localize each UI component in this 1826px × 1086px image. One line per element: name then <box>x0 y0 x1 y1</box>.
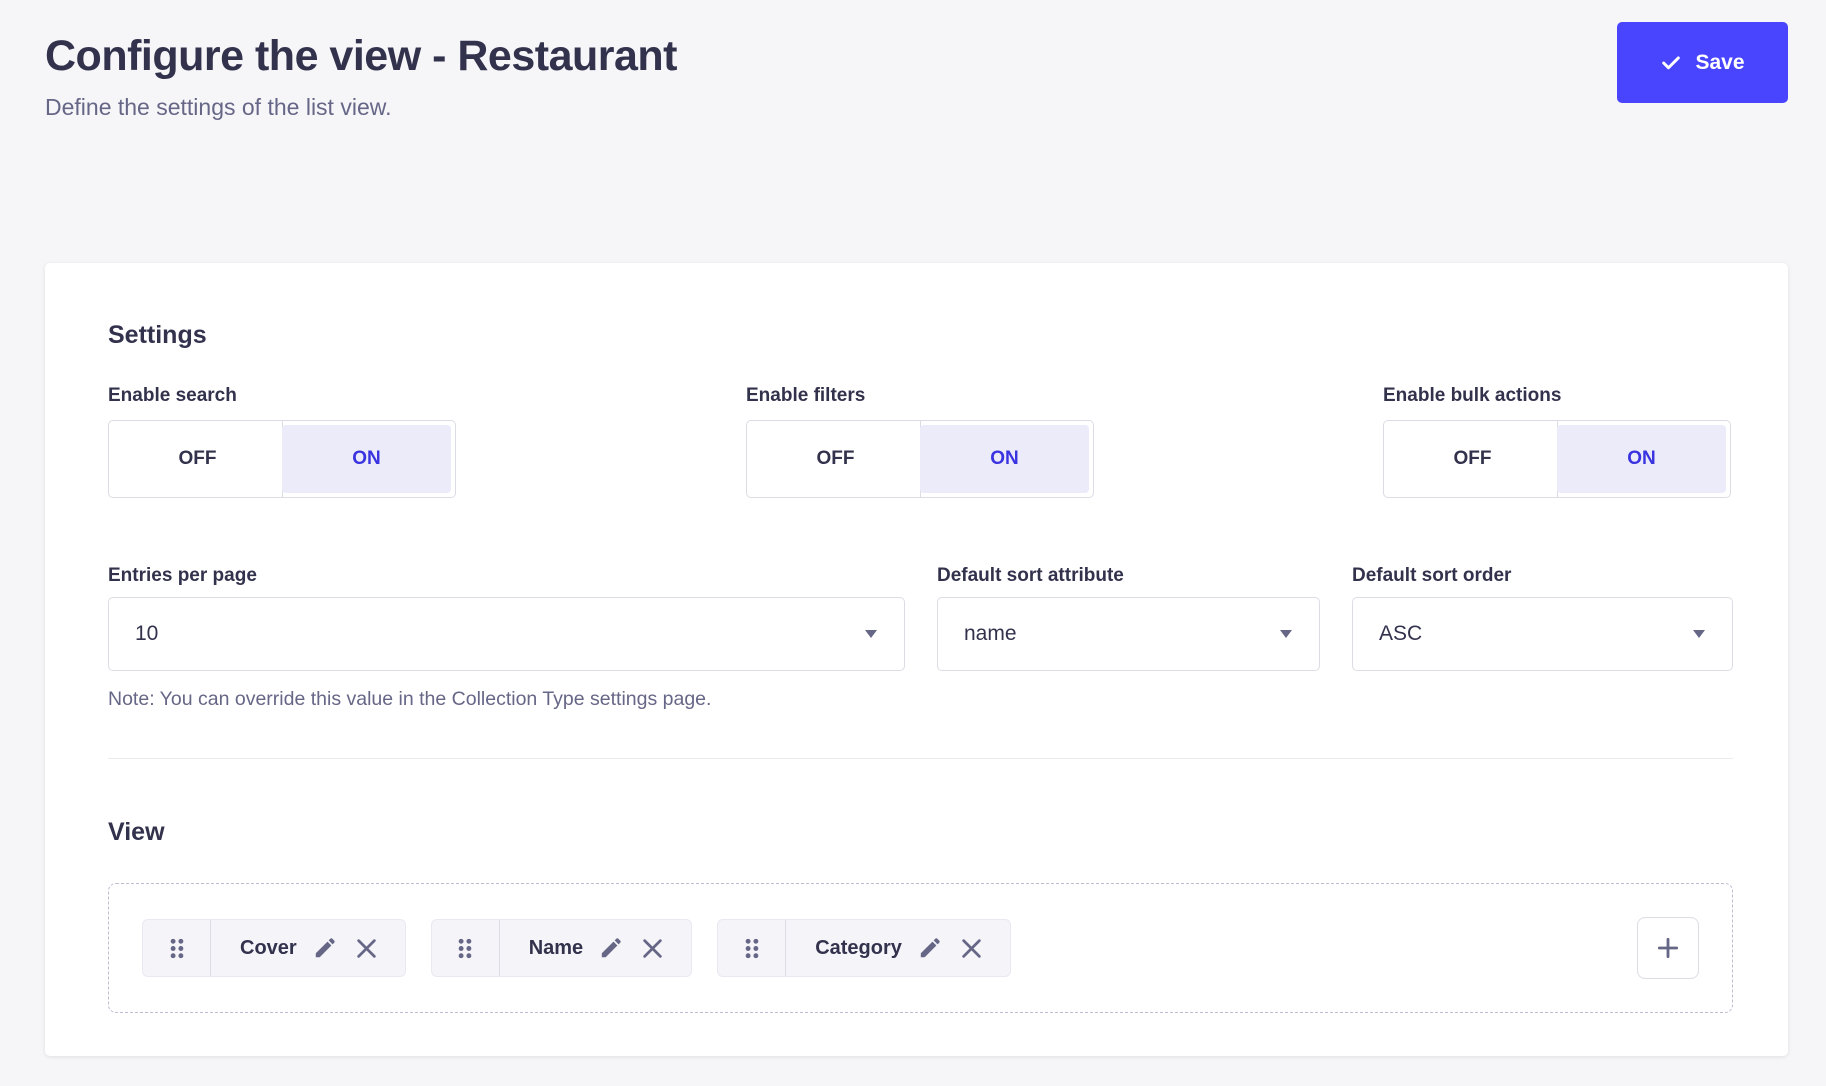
caret-down-icon <box>1280 630 1292 638</box>
default-sort-attribute-value: name <box>964 622 1017 646</box>
drag-handle[interactable] <box>432 920 500 976</box>
close-icon <box>353 935 380 962</box>
field-chip-cover: Cover <box>142 919 406 977</box>
drag-handle[interactable] <box>718 920 786 976</box>
field-chip-category: Category <box>717 919 1011 977</box>
enable-filters-field: Enable filters OFF ON <box>746 385 1383 498</box>
entries-per-page-value: 10 <box>135 622 158 646</box>
enable-bulk-actions-label: Enable bulk actions <box>1383 385 1733 407</box>
edit-field-button[interactable] <box>598 935 624 961</box>
enable-search-toggle[interactable]: OFF ON <box>108 420 456 498</box>
section-divider <box>108 758 1733 759</box>
entries-per-page-field: Entries per page 10 Note: You can overri… <box>108 565 905 710</box>
page-title: Configure the view - Restaurant <box>45 26 677 86</box>
page-header-text: Configure the view - Restaurant Define t… <box>45 26 677 121</box>
pencil-icon <box>312 935 338 961</box>
pencil-icon <box>917 935 943 961</box>
drag-handle-icon <box>167 935 187 962</box>
default-sort-attribute-field: Default sort attribute name <box>937 565 1320 710</box>
drag-handle[interactable] <box>143 920 211 976</box>
view-fields-dropzone: Cover <box>108 883 1733 1013</box>
add-field-button[interactable] <box>1637 917 1699 979</box>
edit-field-button[interactable] <box>312 935 338 961</box>
pencil-icon <box>598 935 624 961</box>
enable-bulk-actions-toggle[interactable]: OFF ON <box>1383 420 1731 498</box>
field-chip-name: Name <box>431 919 692 977</box>
entries-per-page-label: Entries per page <box>108 565 905 587</box>
default-sort-order-field: Default sort order ASC <box>1352 565 1733 710</box>
page-header: Configure the view - Restaurant Define t… <box>0 0 1826 263</box>
page-subtitle: Define the settings of the list view. <box>45 94 677 121</box>
save-button[interactable]: Save <box>1617 22 1788 103</box>
default-sort-order-select[interactable]: ASC <box>1352 597 1733 671</box>
close-icon <box>958 935 985 962</box>
default-sort-order-label: Default sort order <box>1352 565 1733 587</box>
field-chip-label: Name <box>529 937 583 960</box>
default-sort-attribute-select[interactable]: name <box>937 597 1320 671</box>
enable-filters-toggle[interactable]: OFF ON <box>746 420 1094 498</box>
enable-search-label: Enable search <box>108 385 746 407</box>
entries-per-page-note: Note: You can override this value in the… <box>108 688 905 710</box>
entries-per-page-select[interactable]: 10 <box>108 597 905 671</box>
field-chip-label: Cover <box>240 937 297 960</box>
remove-field-button[interactable] <box>639 935 666 962</box>
settings-heading: Settings <box>108 320 1733 350</box>
edit-field-button[interactable] <box>917 935 943 961</box>
save-button-label: Save <box>1695 51 1744 75</box>
close-icon <box>639 935 666 962</box>
toggle-off-option[interactable]: OFF <box>751 425 920 493</box>
settings-card: Settings Enable search OFF ON Enable fil… <box>45 263 1788 1056</box>
caret-down-icon <box>1693 630 1705 638</box>
field-chip-label: Category <box>815 937 902 960</box>
remove-field-button[interactable] <box>958 935 985 962</box>
remove-field-button[interactable] <box>353 935 380 962</box>
selects-row: Entries per page 10 Note: You can overri… <box>108 565 1733 710</box>
enable-search-field: Enable search OFF ON <box>108 385 746 498</box>
toggle-on-option[interactable]: ON <box>1557 425 1726 493</box>
enable-filters-label: Enable filters <box>746 385 1383 407</box>
toggle-on-option[interactable]: ON <box>282 425 451 493</box>
toggle-off-option[interactable]: OFF <box>113 425 282 493</box>
toggle-on-option[interactable]: ON <box>920 425 1089 493</box>
toggle-off-option[interactable]: OFF <box>1388 425 1557 493</box>
plus-icon <box>1655 935 1681 961</box>
default-sort-attribute-label: Default sort attribute <box>937 565 1320 587</box>
check-icon <box>1660 52 1682 74</box>
drag-handle-icon <box>742 935 762 962</box>
view-heading: View <box>108 817 1733 847</box>
toggles-row: Enable search OFF ON Enable filters OFF … <box>108 385 1733 498</box>
default-sort-order-value: ASC <box>1379 622 1422 646</box>
caret-down-icon <box>865 630 877 638</box>
enable-bulk-actions-field: Enable bulk actions OFF ON <box>1383 385 1733 498</box>
drag-handle-icon <box>455 935 475 962</box>
